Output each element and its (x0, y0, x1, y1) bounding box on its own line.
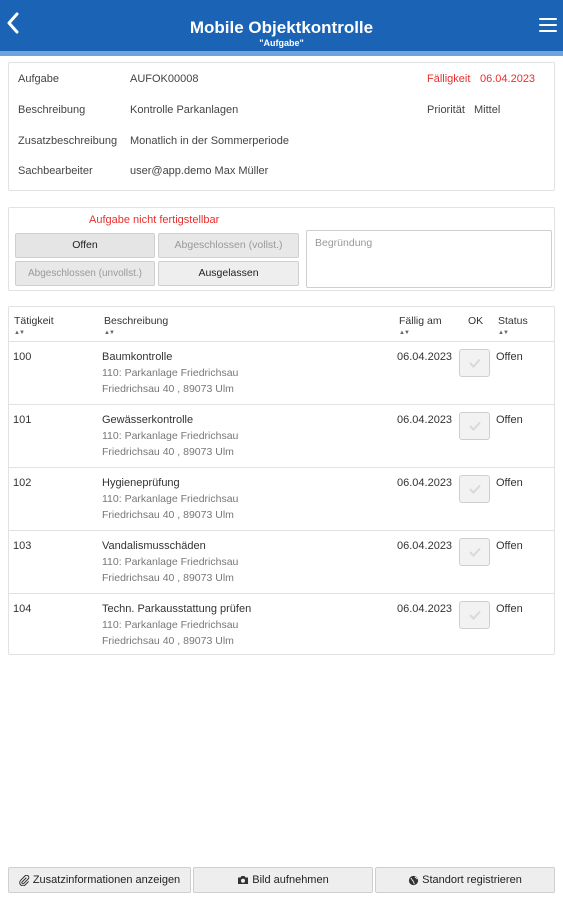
register-location-button[interactable]: Standort registrieren (375, 867, 555, 893)
prioritaet-value: Mittel (474, 104, 501, 116)
aufgabe-value: AUFOK00008 (130, 73, 199, 85)
take-picture-button[interactable]: Bild aufnehmen (193, 867, 373, 893)
activity-due-date: 06.04.2023 (397, 540, 453, 552)
ok-checkbox[interactable] (459, 601, 490, 629)
table-row[interactable]: 102 Hygieneprüfung 110: Parkanlage Fried… (9, 467, 554, 530)
activity-address: Friedrichsau 40 , 89073 Ulm (102, 635, 234, 647)
activity-name: Gewässerkontrolle (102, 414, 194, 426)
completion-warning: Aufgabe nicht fertigstellbar (89, 214, 220, 226)
activity-status: Offen (496, 351, 523, 363)
activity-due-date: 06.04.2023 (397, 477, 453, 489)
activity-status: Offen (496, 477, 523, 489)
sort-icon[interactable]: ▲▼ (399, 330, 410, 336)
activity-address: Friedrichsau 40 , 89073 Ulm (102, 572, 234, 584)
col-header-status[interactable]: Status (498, 315, 528, 327)
faelligkeit-label: Fälligkeit (427, 73, 471, 85)
ok-checkbox[interactable] (459, 475, 490, 503)
camera-icon (238, 876, 249, 885)
beschreibung-value: Kontrolle Parkanlagen (130, 104, 239, 116)
activity-location: 110: Parkanlage Friedrichsau (102, 430, 239, 442)
show-additional-info-label: Zusatzinformationen anzeigen (32, 874, 181, 886)
status-abgeschlossen-unvollst-button[interactable]: Abgeschlossen (unvollst.) (15, 261, 155, 286)
globe-icon (409, 875, 419, 885)
checkmark-icon (469, 547, 481, 557)
activity-due-date: 06.04.2023 (397, 414, 453, 426)
activity-location: 110: Parkanlage Friedrichsau (102, 619, 239, 631)
activity-location: 110: Parkanlage Friedrichsau (102, 556, 239, 568)
status-offen-button[interactable]: Offen (15, 233, 155, 258)
status-card: Aufgabe nicht fertigstellbar Offen Abges… (8, 207, 555, 291)
prioritaet-label: Priorität (427, 104, 465, 116)
activity-status: Offen (496, 540, 523, 552)
col-header-faellig[interactable]: Fällig am (399, 315, 442, 327)
aufgabe-label: Aufgabe (18, 73, 59, 85)
checkmark-icon (469, 484, 481, 494)
activity-id: 100 (13, 351, 32, 363)
menu-button[interactable] (539, 18, 557, 34)
header-stripe (0, 51, 563, 56)
sort-icon[interactable]: ▲▼ (14, 330, 25, 336)
table-row[interactable]: 104 Techn. Parkausstattung prüfen 110: P… (9, 593, 554, 656)
activity-address: Friedrichsau 40 , 89073 Ulm (102, 383, 234, 395)
activity-id: 101 (13, 414, 32, 426)
table-row[interactable]: 101 Gewässerkontrolle 110: Parkanlage Fr… (9, 404, 554, 467)
col-header-taetigkeit[interactable]: Tätigkeit (14, 315, 54, 327)
activity-name: Hygieneprüfung (102, 477, 180, 489)
sort-icon[interactable]: ▲▼ (498, 330, 509, 336)
activity-address: Friedrichsau 40 , 89073 Ulm (102, 509, 234, 521)
activity-status: Offen (496, 414, 523, 426)
beschreibung-label: Beschreibung (18, 104, 86, 116)
activity-due-date: 06.04.2023 (397, 351, 453, 363)
app-header: Mobile Objektkontrolle "Aufgabe" (0, 0, 563, 51)
checkmark-icon (469, 610, 481, 620)
page-title: Mobile Objektkontrolle (189, 18, 374, 37)
activity-address: Friedrichsau 40 , 89073 Ulm (102, 446, 234, 458)
ok-checkbox[interactable] (459, 538, 490, 566)
page-subtitle: "Aufgabe" (259, 38, 304, 48)
show-additional-info-button[interactable]: Zusatzinformationen anzeigen (8, 867, 191, 893)
ok-checkbox[interactable] (459, 412, 490, 440)
activity-table: Tätigkeit ▲▼ Beschreibung ▲▼ Fällig am ▲… (8, 306, 555, 655)
register-location-label: Standort registrieren (422, 874, 522, 886)
faelligkeit-value: 06.04.2023 (480, 73, 536, 85)
sort-icon[interactable]: ▲▼ (104, 330, 115, 336)
table-row[interactable]: 103 Vandalismusschäden 110: Parkanlage F… (9, 530, 554, 593)
hamburger-menu-icon (539, 18, 557, 32)
task-info-card: Aufgabe AUFOK00008 Fälligkeit 06.04.2023… (8, 62, 555, 191)
activity-status: Offen (496, 603, 523, 615)
ok-checkbox[interactable] (459, 349, 490, 377)
paperclip-icon (19, 874, 30, 886)
activity-id: 104 (13, 603, 32, 615)
activity-name: Vandalismusschäden (102, 540, 206, 552)
activity-id: 102 (13, 477, 32, 489)
col-header-beschreibung[interactable]: Beschreibung (104, 315, 168, 327)
activity-name: Techn. Parkausstattung prüfen (102, 603, 252, 615)
activity-location: 110: Parkanlage Friedrichsau (102, 367, 239, 379)
zusatzbeschreibung-value: Monatlich in der Sommerperiode (130, 135, 289, 147)
begruendung-placeholder: Begründung (315, 237, 373, 249)
status-ausgelassen-button[interactable]: Ausgelassen (158, 261, 299, 286)
checkmark-icon (469, 358, 481, 368)
sachbearbeiter-label: Sachbearbeiter (18, 165, 93, 177)
begruendung-textarea[interactable]: Begründung (306, 230, 552, 288)
activity-name: Baumkontrolle (102, 351, 173, 363)
take-picture-label: Bild aufnehmen (252, 874, 329, 886)
col-header-ok: OK (468, 315, 484, 327)
sachbearbeiter-value: user@app.demo Max Müller (130, 165, 269, 177)
activity-id: 103 (13, 540, 32, 552)
status-abgeschlossen-vollst-button[interactable]: Abgeschlossen (vollst.) (158, 233, 299, 258)
zusatzbeschreibung-label: Zusatzbeschreibung (18, 135, 118, 147)
table-row[interactable]: 100 Baumkontrolle 110: Parkanlage Friedr… (9, 341, 554, 404)
activity-location: 110: Parkanlage Friedrichsau (102, 493, 239, 505)
activity-due-date: 06.04.2023 (397, 603, 453, 615)
checkmark-icon (469, 421, 481, 431)
